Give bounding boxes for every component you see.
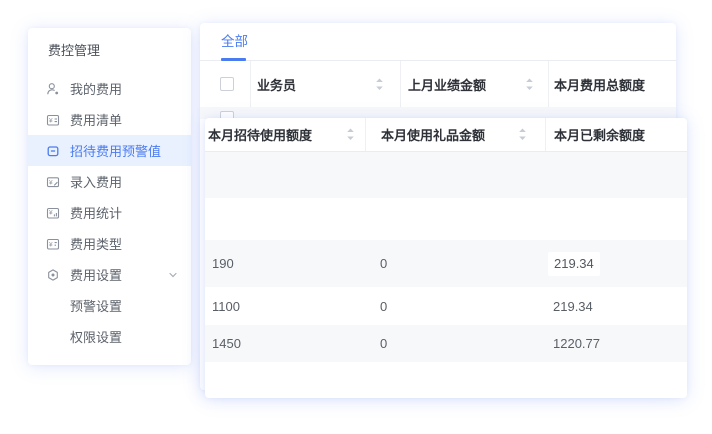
column-header-gift-used: 本月使用礼品金额 — [365, 118, 545, 151]
entertainment-warning-icon — [46, 144, 60, 158]
column-header-salesperson: 业务员 — [250, 61, 400, 107]
sidebar-item-expense-stats[interactable]: ¥ 费用统计 — [28, 197, 191, 228]
detail-panel: 本月招待使用额度 本月使用礼品金额 本月已剩余额 — [205, 118, 687, 398]
sidebar-item-label: 招待费用预警值 — [70, 141, 161, 160]
expense-settings-icon — [46, 268, 60, 282]
table-row: 1100 0 219.34 — [205, 287, 687, 325]
cell-gift-used: 0 — [365, 287, 545, 325]
expense-list-icon: ¥ — [46, 113, 60, 127]
tab-all[interactable]: 全部 — [221, 23, 248, 61]
sidebar-item-expense-entry[interactable]: ¥ 录入费用 — [28, 166, 191, 197]
svg-text:¥: ¥ — [49, 179, 53, 186]
cell-entertainment-used: 1450 — [205, 325, 365, 362]
sidebar-item-expense-type[interactable]: ¥ 费用类型 — [28, 228, 191, 259]
cell-gift-used: 0 — [365, 325, 545, 362]
select-all-checkbox[interactable] — [220, 77, 234, 91]
svg-text:¥: ¥ — [49, 117, 53, 124]
active-tab-underline — [221, 58, 246, 61]
cell-entertainment-used: 190 — [205, 240, 365, 287]
table-header-row: 业务员 上月业绩金额 本月费用总额度 — [200, 61, 676, 107]
sidebar-item-expense-settings[interactable]: 费用设置 — [28, 259, 191, 290]
sidebar-item-label: 费用类型 — [70, 234, 122, 253]
sidebar-item-label: 费用统计 — [70, 203, 122, 222]
sort-icon[interactable] — [518, 127, 527, 142]
column-header-remaining-quota: 本月已剩余额度 — [545, 118, 687, 151]
sidebar-item-label: 我的费用 — [70, 79, 122, 98]
table-footer-spacer — [205, 362, 687, 398]
tab-bar: 全部 — [200, 23, 676, 61]
expense-entry-icon: ¥ — [46, 175, 60, 189]
expense-type-icon: ¥ — [46, 237, 60, 251]
sidebar-item-label: 录入费用 — [70, 172, 122, 191]
cell-remaining-quota: 1220.77 — [545, 325, 687, 362]
sidebar-item-entertainment-warning[interactable]: 招待费用预警值 — [28, 135, 191, 166]
sort-icon[interactable] — [375, 77, 384, 92]
chevron-down-icon[interactable] — [168, 270, 178, 280]
expense-stats-icon: ¥ — [46, 206, 60, 220]
sidebar-item-label: 费用设置 — [70, 265, 122, 284]
sidebar-item-expense-list[interactable]: ¥ 费用清单 — [28, 104, 191, 135]
select-all-cell — [200, 61, 250, 107]
sidebar-item-label: 费用清单 — [70, 110, 122, 129]
column-header-last-month-performance: 上月业绩金额 — [400, 61, 548, 107]
sidebar-item-label: 预警设置 — [70, 296, 122, 315]
column-header-month-total-quota: 本月费用总额度 — [548, 61, 676, 107]
table-row — [205, 152, 687, 198]
sidebar-item-my-expenses[interactable]: 我的费用 — [28, 73, 191, 104]
sidebar: 费控管理 我的费用 ¥ — [28, 28, 191, 365]
cell-gift-used: 0 — [365, 240, 545, 287]
sort-icon[interactable] — [346, 127, 355, 142]
cell-remaining-quota: 219.34 — [545, 240, 687, 287]
editable-amount-box[interactable]: 219.34 — [548, 252, 600, 276]
user-icon — [46, 82, 60, 96]
cell-entertainment-used: 1100 — [205, 287, 365, 325]
sidebar-title: 费控管理 — [28, 36, 191, 66]
cell-remaining-quota: 219.34 — [545, 287, 687, 325]
sidebar-nav: 我的费用 ¥ 费用清单 — [28, 73, 191, 352]
table-row: 1450 0 1220.77 — [205, 325, 687, 362]
table-row — [205, 198, 687, 240]
svg-text:¥: ¥ — [49, 209, 53, 216]
svg-text:¥: ¥ — [49, 241, 53, 248]
page: 费控管理 我的费用 ¥ — [0, 0, 712, 434]
sidebar-item-warning-settings[interactable]: 预警设置 — [28, 290, 191, 321]
column-header-entertainment-used: 本月招待使用额度 — [205, 118, 365, 151]
detail-header-row: 本月招待使用额度 本月使用礼品金额 本月已剩余额 — [205, 118, 687, 152]
table-row: 190 0 219.34 — [205, 240, 687, 287]
sidebar-item-label: 权限设置 — [70, 327, 122, 346]
sort-icon[interactable] — [525, 77, 534, 92]
sidebar-item-permission-settings[interactable]: 权限设置 — [28, 321, 191, 352]
